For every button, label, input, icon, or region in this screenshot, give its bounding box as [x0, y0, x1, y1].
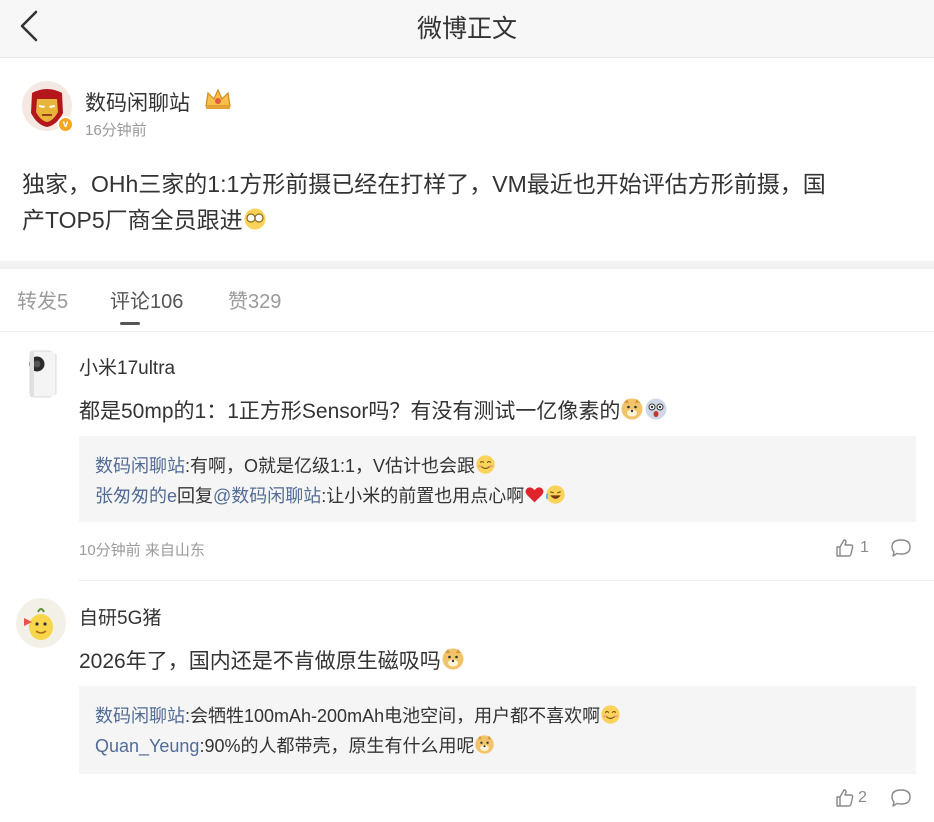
active-tab-indicator — [120, 322, 140, 325]
reply-line: Quan_Yeung:90%的人都带壳，原生有什么用呢 — [95, 732, 495, 758]
commenter-avatar[interactable] — [16, 349, 66, 399]
reply-box[interactable]: 数码闲聊站:有啊，O就是亿级1:1，V估计也会跟 张匆匆的e回复@数码闲聊站:让… — [79, 436, 916, 522]
tab-comments[interactable]: 评论106 — [110, 285, 183, 314]
smile-emoji-icon — [601, 705, 620, 724]
commenter-name[interactable]: 自研5G猪 — [79, 603, 161, 630]
tab-likes[interactable]: 赞329 — [228, 285, 281, 314]
top-bar: 微博正文 — [0, 0, 934, 58]
reply-text: :会牺牲100mAh-200mAh电池空间，用户都不喜欢啊 — [185, 706, 601, 726]
like-count: 1 — [860, 539, 869, 556]
reply-user-link[interactable]: 数码闲聊站 — [95, 456, 185, 476]
section-gap — [0, 261, 934, 269]
reply-text: :有啊，O就是亿级1:1，V估计也会跟 — [185, 456, 476, 476]
post-timestamp: 16分钟前 — [85, 122, 147, 139]
reply-user-link[interactable]: Quan_Yeung — [95, 736, 199, 756]
reply-line: 数码闲聊站:有啊，O就是亿级1:1，V估计也会跟 — [95, 452, 496, 478]
smile-emoji-icon — [476, 455, 495, 474]
crown-badge-icon — [205, 88, 231, 109]
reply-user-link[interactable]: 张匆匆的e — [95, 486, 177, 506]
sunglasses-emoji-icon — [244, 208, 266, 230]
cartoon-avatar-icon — [16, 598, 66, 648]
reply-text: :让小米的前置也用点心啊 — [321, 486, 525, 506]
thumbs-up-icon[interactable] — [835, 788, 855, 808]
phone-camera-avatar-icon — [16, 349, 66, 399]
tab-repost[interactable]: 转发5 — [17, 285, 68, 314]
comment-bubble-icon[interactable] — [890, 538, 912, 558]
reply-text: :90%的人都带壳，原生有什么用呢 — [199, 736, 475, 756]
post-text-line-2-text: 产TOP5厂商全员跟进 — [22, 207, 243, 233]
thumbs-up-icon[interactable] — [835, 538, 855, 558]
comment-bubble-icon[interactable] — [890, 788, 912, 808]
page-title: 微博正文 — [416, 15, 517, 43]
comment-text: 都是50mp的1：1正方形Sensor吗？有没有测试一亿像素的 — [79, 395, 668, 425]
post-body: 独家，OHh三家的1:1方形前摄已经在打样了，VM最近也开始评估方形前摄，国 产… — [22, 166, 912, 238]
reply-keyword: 回复 — [177, 486, 214, 506]
mention-link[interactable]: @数码闲聊站 — [213, 486, 321, 506]
like-count: 2 — [858, 789, 867, 806]
shocked-emoji-icon — [645, 398, 667, 420]
post-author-name[interactable]: 数码闲聊站 — [85, 87, 190, 117]
verified-badge-icon: v — [57, 116, 74, 133]
commenter-name[interactable]: 小米17ultra — [79, 353, 175, 380]
doge-emoji-icon — [621, 398, 643, 420]
comment-text-content: 都是50mp的1：1正方形Sensor吗？有没有测试一亿像素的 — [79, 400, 621, 423]
laugh-tears-emoji-icon — [546, 485, 565, 504]
post-text-line-1: 独家，OHh三家的1:1方形前摄已经在打样了，VM最近也开始评估方形前摄，国 — [22, 171, 826, 197]
doge-emoji-icon — [442, 648, 464, 670]
comment-meta: 10分钟前 来自山东 — [79, 542, 205, 559]
reply-line: 数码闲聊站:会牺牲100mAh-200mAh电池空间，用户都不喜欢啊 — [95, 702, 621, 728]
reply-box[interactable]: 数码闲聊站:会牺牲100mAh-200mAh电池空间，用户都不喜欢啊 Quan_… — [79, 686, 916, 774]
reply-user-link[interactable]: 数码闲聊站 — [95, 706, 185, 726]
comment-text-content: 2026年了，国内还是不肯做原生磁吸吗 — [79, 650, 441, 673]
doge-emoji-icon — [475, 735, 495, 754]
post-text-line-2: 产TOP5厂商全员跟进 — [22, 202, 912, 238]
comment-text: 2026年了，国内还是不肯做原生磁吸吗 — [79, 645, 465, 675]
commenter-avatar[interactable] — [16, 598, 66, 648]
reply-line: 张匆匆的e回复@数码闲聊站:让小米的前置也用点心啊 — [95, 482, 566, 508]
comment-divider — [79, 580, 934, 581]
heart-emoji-icon — [525, 487, 544, 503]
